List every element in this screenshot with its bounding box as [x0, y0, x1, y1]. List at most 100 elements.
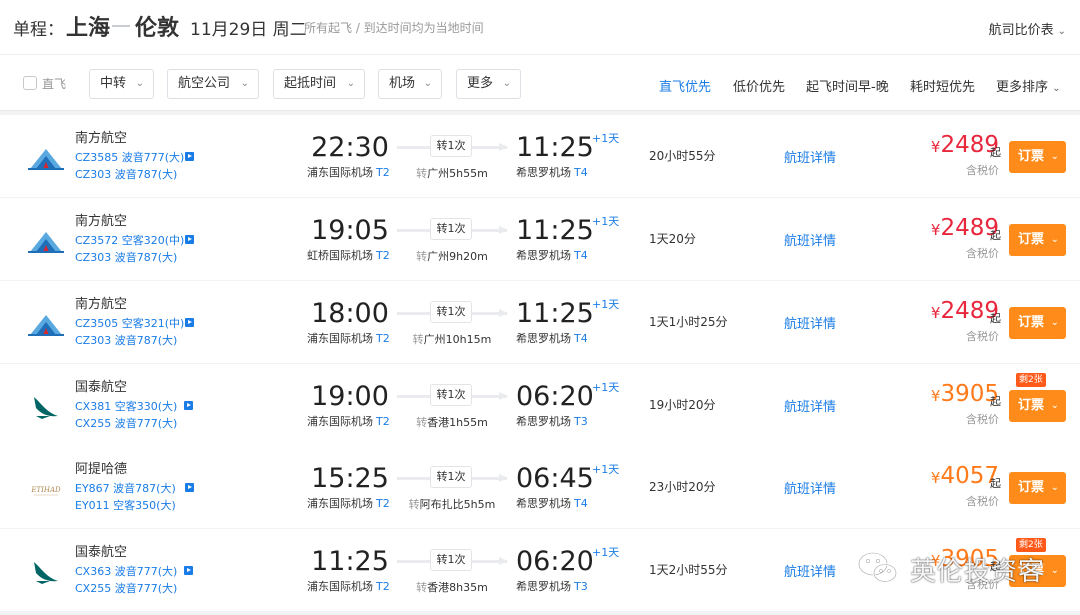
arrival-airport-name: 希思罗机场	[516, 166, 571, 179]
stops-badge: 转1次	[430, 135, 472, 157]
flight-leg-2[interactable]: EY011 空客350(大)	[75, 497, 176, 513]
sort-more-options[interactable]: 更多排序 ⌄	[996, 76, 1061, 95]
play-icon[interactable]	[185, 152, 194, 161]
play-icon[interactable]	[185, 235, 194, 244]
flight-row[interactable]: 南方航空 CZ3505 空客321(中) CZ303 波音787(大) 18:00 浦东…	[0, 281, 1080, 363]
filter-airport-button[interactable]: 机场 ⌄	[378, 69, 442, 99]
flight-leg-1[interactable]: CZ3585 波音777(大)	[75, 149, 184, 165]
book-button[interactable]: 订票 ⌄	[1009, 472, 1066, 504]
transit-prefix: 转	[416, 581, 428, 594]
chevron-down-icon: ⌄	[1050, 482, 1059, 493]
tax-included-label: 含税价	[966, 413, 999, 426]
flight-leg-1[interactable]: CZ3572 空客320(中)	[75, 232, 184, 248]
transit-info: 转香港1h55m	[397, 414, 507, 430]
departure-airport-name: 虹桥国际机场	[307, 249, 373, 262]
flight-leg-1[interactable]: CX363 波音777(大)	[75, 563, 177, 579]
book-button[interactable]: 订票 ⌄	[1009, 307, 1066, 339]
chevron-down-icon: ⌄	[1050, 234, 1059, 245]
airline-price-table-label: 航司比价表	[988, 23, 1054, 38]
flight-details-link[interactable]: 航班详情	[784, 396, 836, 415]
play-icon[interactable]	[184, 401, 193, 410]
airline-name: 南方航空	[75, 131, 128, 146]
sort-lowest-price[interactable]: 低价优先	[733, 76, 785, 95]
arrival-time: 11:25	[516, 298, 594, 329]
flight-leg-2[interactable]: CZ303 波音787(大)	[75, 249, 177, 265]
transit-prefix: 转	[416, 250, 428, 263]
chevron-down-icon: ⌄	[346, 78, 355, 89]
total-duration: 23小时20分	[649, 480, 716, 494]
airline-price-table-link[interactable]: 航司比价表 ⌄	[989, 19, 1066, 38]
wechat-icon	[857, 551, 898, 583]
departure-terminal: T2	[376, 332, 390, 345]
chevron-down-icon: ⌄	[135, 78, 144, 89]
flight-leg-2[interactable]: CX255 波音777(大)	[75, 415, 177, 431]
sort-departure-time[interactable]: 起飞时间早-晚	[806, 76, 889, 95]
total-duration: 1天2小时55分	[649, 563, 728, 577]
stops-badge: 转1次	[430, 301, 472, 323]
book-button[interactable]: 订票 ⌄	[1009, 224, 1066, 256]
flight-details-link[interactable]: 航班详情	[784, 230, 836, 249]
departure-time: 22:30	[311, 132, 389, 163]
price-from-label: 起	[990, 395, 1001, 408]
play-icon[interactable]	[185, 483, 194, 492]
destination-city[interactable]: 伦敦	[135, 10, 179, 42]
flight-row[interactable]: 南方航空 CZ3585 波音777(大) CZ303 波音787(大) 22:30 浦东…	[0, 115, 1080, 197]
tax-included-label: 含税价	[966, 330, 999, 343]
stops-badge: 转1次	[430, 549, 472, 571]
play-icon[interactable]	[185, 318, 194, 327]
travel-date[interactable]: 11月29日 周二	[190, 15, 307, 40]
total-duration: 19小时20分	[649, 398, 716, 412]
flight-leg-1[interactable]: EY867 波音787(大)	[75, 480, 176, 496]
price: ¥2489	[931, 215, 999, 241]
flight-leg-2[interactable]: CX255 波音777(大)	[75, 580, 177, 596]
filter-transfer-button[interactable]: 中转 ⌄	[89, 69, 154, 99]
sort-shortest-duration[interactable]: 耗时短优先	[910, 76, 975, 95]
flight-leg-1[interactable]: CX381 空客330(大)	[75, 398, 177, 414]
arrival-time: 06:20	[516, 381, 594, 412]
stops-badge: 转1次	[430, 218, 472, 240]
direct-only-label[interactable]: 直飞	[42, 75, 66, 92]
filter-more-button[interactable]: 更多 ⌄	[456, 69, 521, 99]
play-icon[interactable]	[184, 566, 193, 575]
departure-terminal: T2	[376, 580, 390, 593]
chevron-down-icon: ⌄	[1050, 317, 1059, 328]
flight-leg-2[interactable]: CZ303 波音787(大)	[75, 166, 177, 182]
flight-row[interactable]: ETIHAD 阿提哈德 EY867 波音787(大) EY011 空客350(大) 15…	[0, 446, 1080, 528]
plus-day-indicator: +1天	[592, 132, 620, 145]
book-button[interactable]: 订票 ⌄	[1009, 390, 1066, 422]
arrival-terminal: T4	[574, 497, 588, 510]
flight-row[interactable]: 国泰航空 CX381 空客330(大) CX255 波音777(大) 19:00 浦东国…	[0, 364, 1080, 446]
arrival-time: 06:20	[516, 546, 594, 577]
origin-city[interactable]: 上海	[66, 10, 110, 42]
flight-details-link[interactable]: 航班详情	[784, 313, 836, 332]
direct-only-checkbox[interactable]	[23, 76, 37, 90]
departure-time: 19:05	[311, 215, 389, 246]
price: ¥2489	[931, 132, 999, 158]
flight-details-link[interactable]: 航班详情	[784, 478, 836, 497]
seats-left-badge: 剩2张	[1016, 538, 1046, 552]
flight-row[interactable]: 南方航空 CZ3572 空客320(中) CZ303 波音787(大) 19:05 虹桥…	[0, 198, 1080, 280]
flight-details-link[interactable]: 航班详情	[784, 147, 836, 166]
book-button-label: 订票	[1018, 398, 1045, 413]
book-button-label: 订票	[1018, 480, 1045, 495]
book-button[interactable]: 订票 ⌄	[1009, 141, 1066, 173]
plus-day-indicator: +1天	[592, 381, 620, 394]
flight-leg-1[interactable]: CZ3505 空客321(中)	[75, 315, 184, 331]
sort-direct-first[interactable]: 直飞优先	[659, 76, 711, 95]
plus-day-indicator: +1天	[592, 215, 620, 228]
flight-details-link[interactable]: 航班详情	[784, 561, 836, 580]
route-arrow-icon	[112, 25, 130, 27]
transit-prefix: 转	[412, 333, 424, 346]
arrival-time: 11:25	[516, 132, 594, 163]
stops-badge: 转1次	[430, 384, 472, 406]
filter-time-button[interactable]: 起抵时间 ⌄	[273, 69, 365, 99]
search-header: 单程： 上海 伦敦 11月29日 周二 所有起飞 / 到达时间均为当地时间 航司…	[0, 0, 1080, 54]
transit-detail: 广州9h20m	[427, 250, 488, 263]
arrival-airport-name: 希思罗机场	[516, 332, 571, 345]
seats-left-badge: 剩2张	[1016, 373, 1046, 387]
filter-airline-button[interactable]: 航空公司 ⌄	[167, 69, 259, 99]
chevron-down-icon: ⌄	[1050, 151, 1059, 162]
flight-leg-2[interactable]: CZ303 波音787(大)	[75, 332, 177, 348]
arrival-time: 06:45	[516, 463, 594, 494]
transit-detail: 广州5h55m	[427, 167, 488, 180]
